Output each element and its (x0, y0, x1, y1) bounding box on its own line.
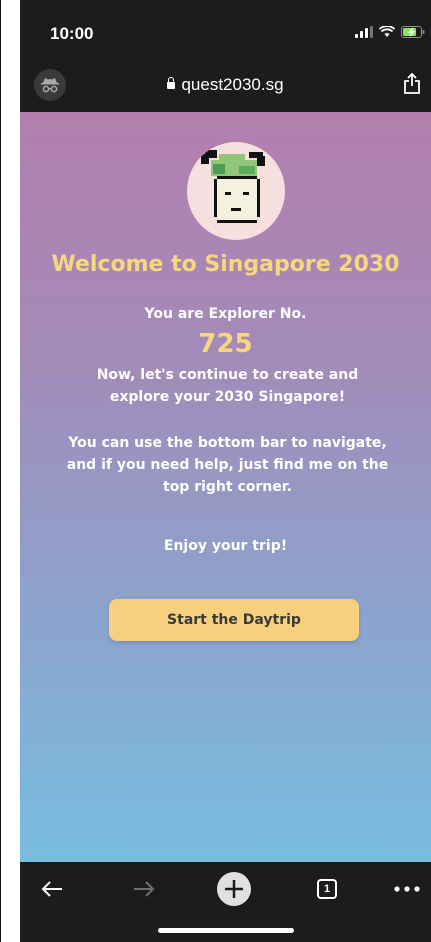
signal-icon (355, 26, 373, 38)
url-text: quest2030.sg (181, 75, 284, 94)
share-icon[interactable] (403, 73, 421, 95)
address-bar: quest2030.sg (20, 60, 431, 112)
back-arrow-icon (41, 881, 62, 897)
status-time: 10:00 (50, 24, 94, 43)
wifi-icon (379, 26, 395, 37)
plus-icon (217, 872, 251, 906)
pixel-explorer-icon (201, 150, 265, 223)
battery-charging-icon (401, 26, 425, 38)
lock-icon (167, 77, 176, 89)
explorer-label: You are Explorer No. (144, 306, 307, 322)
avatar[interactable] (187, 142, 285, 240)
enjoy-text: Enjoy your trip! (163, 538, 288, 554)
back-button[interactable] (34, 872, 70, 906)
tab-count-icon: 1 (317, 879, 337, 899)
phone-screen: 10:00 quest2030.sg Welcome to Singapore … (20, 0, 431, 942)
welcome-title: Welcome to Singapore 2030 (51, 252, 400, 277)
screenshot-border (0, 0, 1, 942)
more-icon (394, 886, 420, 892)
start-daytrip-button[interactable]: Start the Daytrip (109, 599, 359, 641)
explorer-number: 725 (198, 329, 253, 359)
home-indicator (158, 928, 294, 933)
intro-paragraph: Now, let's continue to create and explor… (96, 367, 359, 405)
help-paragraph: You can use the bottom bar to navigate, … (66, 435, 389, 495)
more-menu-button[interactable] (390, 872, 424, 906)
url-field[interactable]: quest2030.sg (20, 75, 431, 95)
forward-button[interactable] (126, 872, 162, 906)
status-icons (355, 26, 425, 38)
page-content: Welcome to Singapore 2030 You are Explor… (20, 112, 431, 862)
forward-arrow-icon (134, 881, 155, 897)
tab-count: 1 (323, 883, 331, 895)
status-bar: 10:00 (20, 0, 431, 60)
new-tab-button[interactable] (216, 872, 252, 906)
tab-switcher-button[interactable]: 1 (310, 872, 344, 906)
